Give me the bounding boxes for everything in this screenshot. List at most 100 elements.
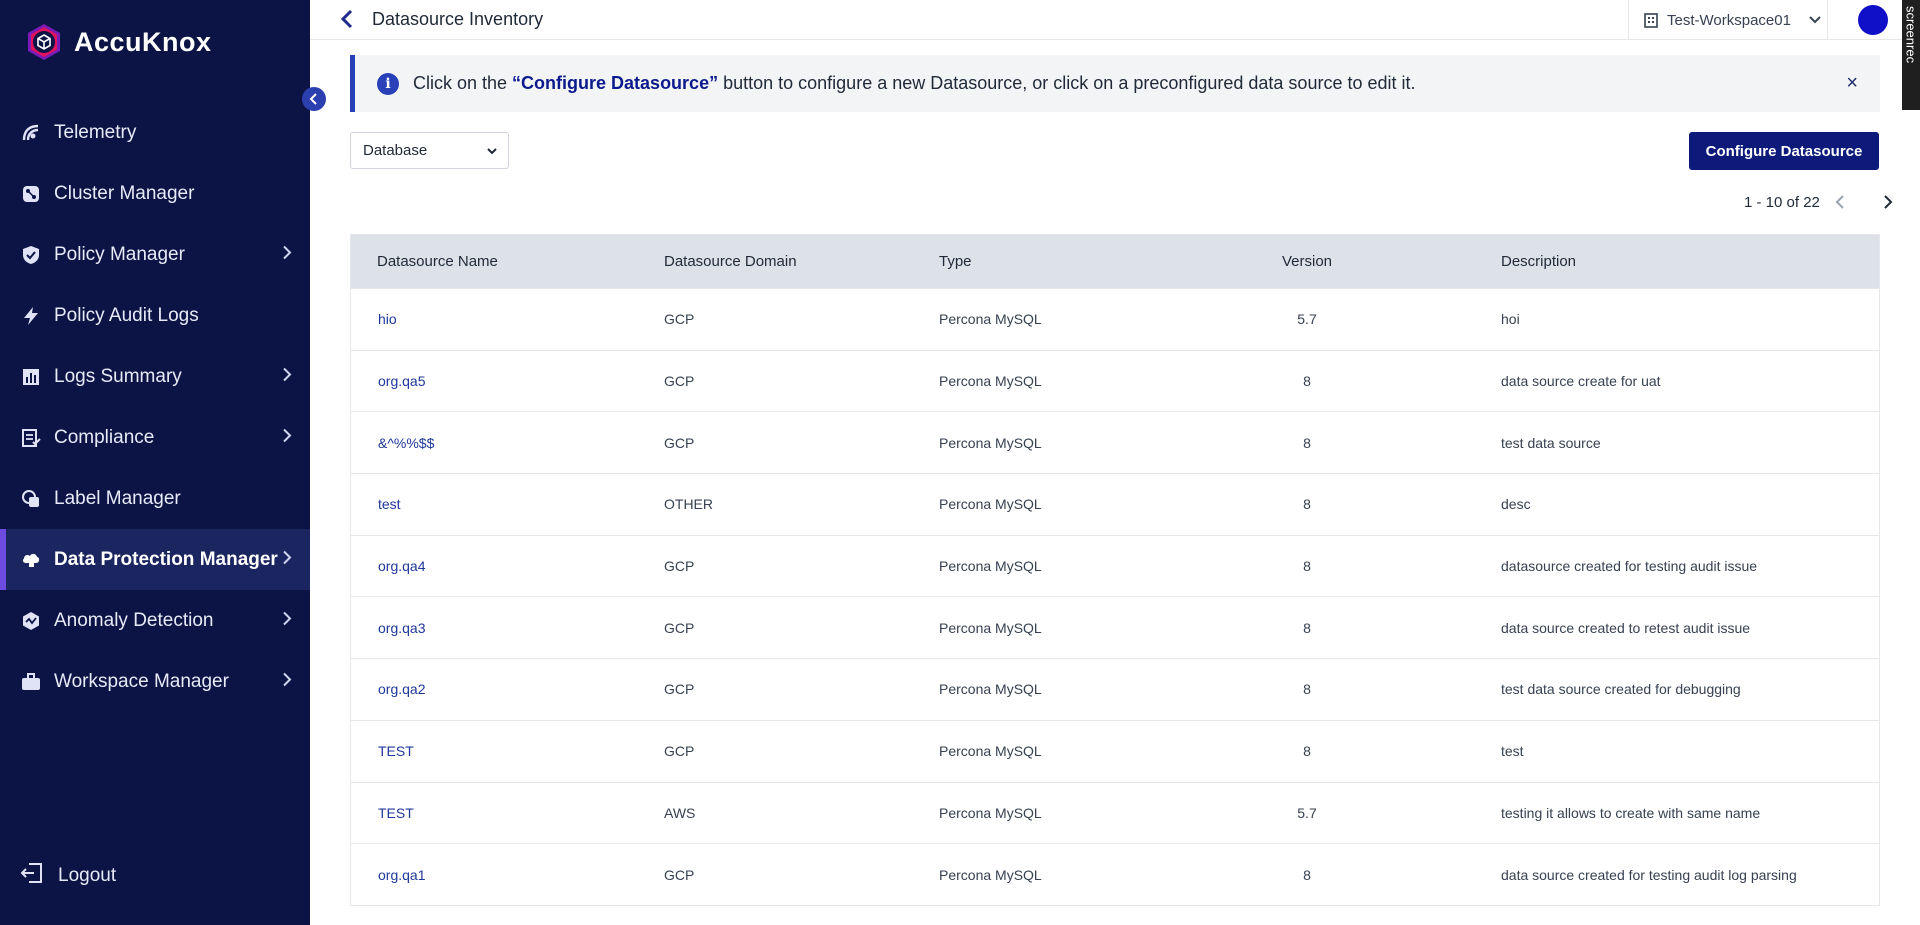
datasource-name-link[interactable]: TEST [351,743,662,759]
banner-text-prefix: Click on the [413,73,513,93]
table-row[interactable]: org.qa5 GCP Percona MySQL 8 data source crea… [351,349,1879,412]
description-cell: data source created for testing audit lo… [1501,866,1797,883]
banner-text-highlight: “Configure Datasource” [512,73,719,93]
sidebar-item-cluster-manager[interactable]: Cluster Manager [0,163,310,224]
table-row[interactable]: org.qa1 GCP Percona MySQL 8 data source crea… [351,843,1879,905]
sidebar-item-policy-manager[interactable]: Policy Manager [0,224,310,285]
pagination-range: 1 - 10 of 22 [1744,193,1820,211]
sidebar-item-label: Cluster Manager [54,182,195,204]
bolt-icon [20,305,42,327]
datasource-type-cell: Percona MySQL [939,866,1042,883]
prev-page-button[interactable] [1830,192,1850,212]
brand-name: AccuKnox [74,26,212,57]
chevron-down-icon [1809,16,1821,24]
datasource-type-cell: Percona MySQL [939,804,1042,821]
sidebar-item-label: Label Manager [54,487,181,509]
datasource-domain-cell: GCP [664,558,695,575]
info-icon: i [377,72,399,95]
label-icon [20,488,42,510]
column-header: Version [1281,253,1333,270]
cluster-icon [20,183,42,205]
datasource-type-cell: Percona MySQL [939,743,1042,760]
datasource-domain-cell: OTHER [664,496,713,513]
datasource-domain-cell: GCP [664,743,695,760]
top-bar: Datasource Inventory Test-Workspace01 sc… [310,0,1920,110]
sidebar-item-compliance[interactable]: Compliance [0,407,310,468]
accuknox-logo[interactable]: AccuKnox [24,22,212,62]
table-row[interactable]: TEST AWS Percona MySQL 5.7 testing it allows… [351,781,1879,844]
sidebar-item-telemetry[interactable]: Telemetry [0,102,310,163]
bar-chart-icon [20,366,42,388]
user-avatar[interactable] [1858,5,1888,35]
select-value: Database [363,142,428,159]
shield-icon [20,244,42,266]
logout-button[interactable]: Logout [20,862,116,889]
table-row[interactable]: org.qa4 GCP Percona MySQL 8 datasource creat… [351,534,1879,597]
sidebar-item-policy-audit-logs[interactable]: Policy Audit Logs [0,285,310,346]
chevron-right-icon [282,550,292,569]
datasource-domain-cell: GCP [664,619,695,636]
datasource-name-link[interactable]: org.qa2 [351,681,662,697]
table-row[interactable]: hio GCP Percona MySQL 5.7 hoi [351,288,1879,350]
description-cell: testing it allows to create with same na… [1501,804,1761,821]
datasource-table: Datasource Name Datasource Domain Type V… [350,234,1880,906]
sidebar-item-label: Policy Manager [54,243,185,265]
version-cell: 8 [1303,558,1311,575]
sidebar: AccuKnox Telemetry Cluster Manager Polic… [0,0,310,925]
datasource-type-cell: Percona MySQL [939,434,1042,451]
column-header: Type [939,253,972,270]
datasource-type-cell: Percona MySQL [939,496,1042,513]
datasource-domain-cell: GCP [664,311,695,328]
description-cell: datasource created for testing audit iss… [1501,558,1758,575]
datasource-name-link[interactable]: org.qa5 [351,373,662,389]
sidebar-item-anomaly-detection[interactable]: Anomaly Detection [0,590,310,651]
version-cell: 8 [1303,496,1311,513]
sidebar-item-label: Workspace Manager [54,670,229,692]
sidebar-item-label: Telemetry [54,121,137,143]
configure-datasource-button[interactable]: Configure Datasource [1689,132,1879,170]
screenrec-tab[interactable]: screenrec [1902,0,1920,110]
table-row[interactable]: org.qa3 GCP Percona MySQL 8 data source crea… [351,596,1879,658]
briefcase-icon [20,671,42,693]
table-row[interactable]: TEST GCP Percona MySQL 8 test [351,719,1879,782]
datasource-domain-cell: GCP [664,373,695,390]
chevron-left-icon [1835,195,1844,209]
datasource-name-link[interactable]: &^%%$$ [351,435,662,451]
datasource-name-link[interactable]: org.qa1 [351,867,662,883]
pagination: 1 - 10 of 22 [1744,192,1898,212]
sidebar-collapse-button[interactable] [302,87,326,111]
datasource-name-link[interactable]: TEST [351,805,662,821]
logout-icon [20,862,44,889]
datasource-domain-cell: AWS [664,804,696,821]
datasource-type-cell: Percona MySQL [939,558,1042,575]
sidebar-item-workspace-manager[interactable]: Workspace Manager [0,651,310,712]
datasource-name-link[interactable]: org.qa4 [351,558,662,574]
table-row[interactable]: org.qa2 GCP Percona MySQL 8 test data source… [351,658,1879,720]
description-cell: data source create for uat [1501,373,1661,390]
datasource-name-link[interactable]: hio [351,311,662,327]
table-row[interactable]: test OTHER Percona MySQL 8 desc [351,473,1879,535]
sidebar-item-logs-summary[interactable]: Logs Summary [0,346,310,407]
sidebar-item-label-manager[interactable]: Label Manager [0,468,310,529]
table-row[interactable]: &^%%$$ GCP Percona MySQL 8 test data source [351,411,1879,473]
datasource-type-cell: Percona MySQL [939,373,1042,390]
datasource-type-cell: Percona MySQL [939,619,1042,636]
datasource-name-link[interactable]: test [351,496,662,512]
column-header: Description [1501,253,1577,270]
cloud-lock-icon [20,549,42,571]
datasource-name-link[interactable]: org.qa3 [351,620,662,636]
datasource-type-cell: Percona MySQL [939,681,1042,698]
logout-label: Logout [58,864,117,886]
sidebar-nav: Telemetry Cluster Manager Policy Manager… [0,102,310,712]
workspace-selector[interactable]: Test-Workspace01 [1628,0,1828,40]
table-header: Datasource Name Datasource Domain Type V… [351,235,1879,288]
sidebar-item-label: Logs Summary [54,365,182,387]
table-body: hio GCP Percona MySQL 5.7 hoi org.qa5 GCP Perco… [351,288,1879,905]
close-icon[interactable]: × [1846,73,1858,93]
next-page-button[interactable] [1878,192,1898,212]
datasource-type-select[interactable]: Database [350,132,509,169]
building-icon [1644,13,1658,28]
sidebar-item-data-protection-manager[interactable]: Data Protection Manager [0,529,310,590]
version-cell: 5.7 [1297,311,1317,328]
back-button[interactable] [340,9,354,34]
